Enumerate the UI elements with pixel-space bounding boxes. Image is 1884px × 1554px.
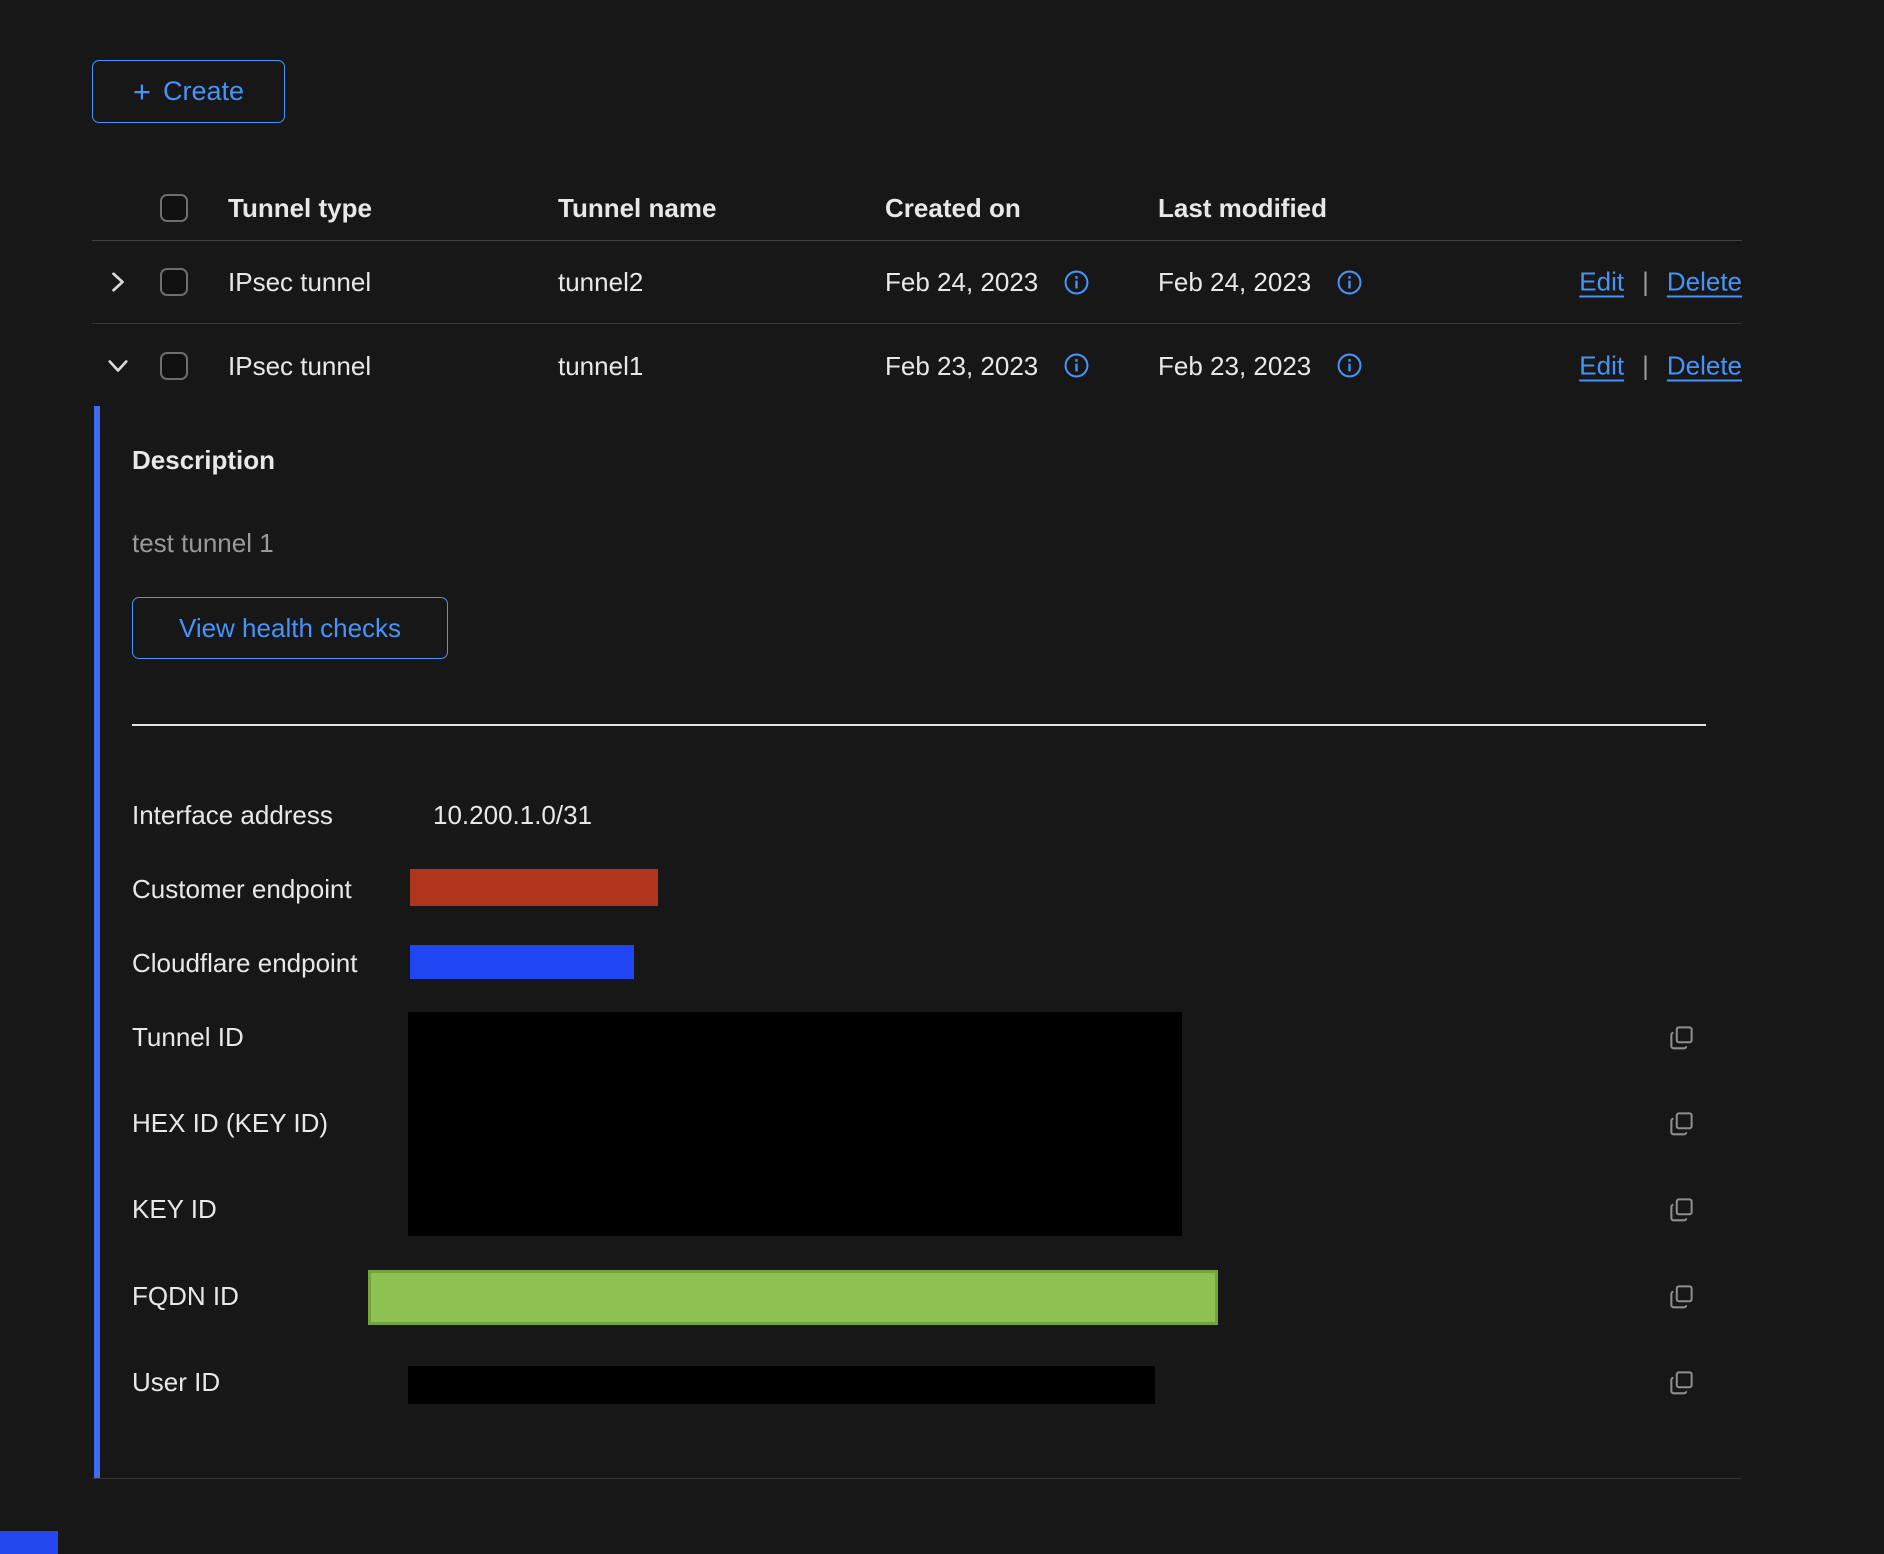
tunnel-type-cell: IPsec tunnel [228, 351, 371, 381]
created-on-cell: Feb 23, 2023 [885, 351, 1089, 381]
fqdn-id-redacted-value [368, 1270, 1218, 1325]
header-last-modified: Last modified [1158, 193, 1327, 223]
copy-icon[interactable] [1668, 1110, 1695, 1137]
interface-address-label: Interface address [132, 800, 333, 830]
create-button-label: Create [163, 76, 244, 107]
copy-icon[interactable] [1668, 1283, 1695, 1310]
last-modified-cell: Feb 23, 2023 [1158, 351, 1362, 381]
delete-link[interactable]: Delete [1667, 350, 1742, 381]
tunnel-type-cell: IPsec tunnel [228, 267, 371, 297]
edit-link[interactable]: Edit [1579, 350, 1624, 381]
last-modified-cell: Feb 24, 2023 [1158, 267, 1362, 297]
copy-icon[interactable] [1668, 1024, 1695, 1051]
customer-endpoint-label: Customer endpoint [132, 874, 352, 904]
plus-icon: + [133, 76, 151, 107]
description-value: test tunnel 1 [132, 528, 274, 558]
panel-bottom-border [92, 1478, 1742, 1479]
created-on-value: Feb 24, 2023 [885, 267, 1038, 297]
expanded-panel-accent-bar [94, 406, 100, 1478]
last-modified-value: Feb 24, 2023 [1158, 267, 1311, 297]
table-row: IPsec tunnel tunnel1 Feb 23, 2023 Feb 23… [92, 324, 1742, 407]
user-id-label: User ID [132, 1367, 220, 1397]
copy-icon[interactable] [1668, 1369, 1695, 1396]
user-id-redacted-value [408, 1366, 1155, 1404]
customer-endpoint-redacted-value [410, 869, 658, 906]
header-created-on: Created on [885, 193, 1021, 223]
collapse-chevron-down-icon[interactable] [102, 350, 134, 382]
info-icon[interactable] [1064, 270, 1089, 295]
row-actions: Edit | Delete [1579, 267, 1742, 298]
section-divider [132, 724, 1706, 726]
action-separator: | [1642, 267, 1649, 298]
view-health-checks-button[interactable]: View health checks [132, 597, 448, 659]
header-tunnel-type: Tunnel type [228, 193, 372, 223]
tunnel-name-cell: tunnel1 [558, 351, 643, 381]
tunnel-name-cell: tunnel2 [558, 267, 643, 297]
table-row: IPsec tunnel tunnel2 Feb 24, 2023 Feb 24… [92, 241, 1742, 324]
created-on-cell: Feb 24, 2023 [885, 267, 1089, 297]
info-icon[interactable] [1337, 353, 1362, 378]
copy-icon[interactable] [1668, 1196, 1695, 1223]
last-modified-value: Feb 23, 2023 [1158, 351, 1311, 381]
tunnels-page: + Create Tunnel type Tunnel name Created… [0, 0, 1884, 1554]
row-checkbox[interactable] [160, 268, 188, 296]
cloudflare-endpoint-redacted-value [410, 945, 634, 979]
action-separator: | [1642, 350, 1649, 381]
description-label: Description [132, 445, 275, 475]
create-button[interactable]: + Create [92, 60, 285, 123]
interface-address-value: 10.200.1.0/31 [433, 800, 592, 830]
hex-id-label: HEX ID (KEY ID) [132, 1108, 328, 1138]
partial-blue-element [0, 1531, 58, 1554]
row-actions: Edit | Delete [1579, 350, 1742, 381]
ids-redacted-value [408, 1012, 1182, 1236]
cloudflare-endpoint-label: Cloudflare endpoint [132, 948, 358, 978]
header-tunnel-name: Tunnel name [558, 193, 716, 223]
edit-link[interactable]: Edit [1579, 267, 1624, 298]
info-icon[interactable] [1064, 353, 1089, 378]
expand-chevron-right-icon[interactable] [102, 266, 134, 298]
select-all-checkbox[interactable] [160, 194, 188, 222]
row-checkbox[interactable] [160, 352, 188, 380]
tunnel-id-label: Tunnel ID [132, 1022, 244, 1052]
created-on-value: Feb 23, 2023 [885, 351, 1038, 381]
info-icon[interactable] [1337, 270, 1362, 295]
fqdn-id-label: FQDN ID [132, 1281, 239, 1311]
table-header-row: Tunnel type Tunnel name Created on Last … [92, 176, 1742, 241]
key-id-label: KEY ID [132, 1194, 217, 1224]
delete-link[interactable]: Delete [1667, 267, 1742, 298]
